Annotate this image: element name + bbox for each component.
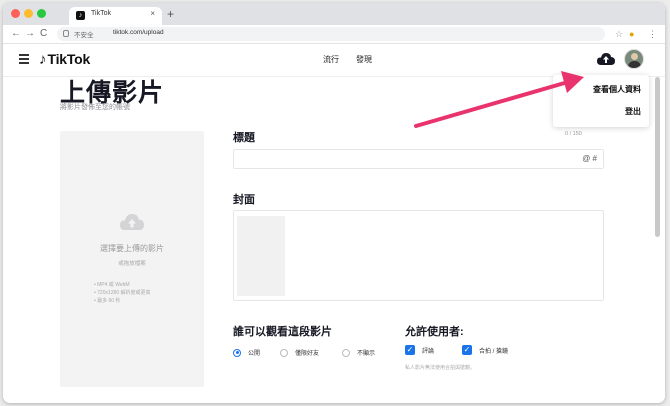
new-tab-button[interactable]: +: [167, 7, 174, 21]
radio-icon[interactable]: [280, 348, 288, 357]
browser-window: ♪ TikTok × + ← → C 不安全 tiktok.com/upload…: [3, 3, 665, 403]
radio-selected-icon[interactable]: [233, 348, 241, 357]
tiktok-note-icon: ♪: [39, 50, 47, 68]
lock-icon: [63, 30, 69, 37]
forward-arrow-icon[interactable]: →: [25, 27, 35, 41]
page-subtitle: 將影片發佈至您的帳號: [60, 104, 130, 111]
privacy-label: 誰可以觀看這段影片: [233, 326, 332, 338]
radio-label: 公開: [248, 351, 261, 357]
browser-toolbar: ← → C 不安全 tiktok.com/upload ☆ ● ⋮: [3, 25, 665, 44]
view-profile-item[interactable]: 查看個人資料: [593, 84, 641, 95]
not-secure-label: 不安全: [74, 32, 94, 39]
close-window-button[interactable]: [11, 9, 20, 18]
page-scrollbar[interactable]: [655, 77, 660, 237]
logo-text: TikTok: [47, 51, 91, 67]
back-arrow-icon[interactable]: ←: [11, 27, 21, 41]
allow-comments-checkbox[interactable]: ✓ 評論: [405, 345, 434, 355]
tiktok-logo[interactable]: ♪ TikTok: [39, 49, 90, 69]
upload-area-title: 選擇要上傳的影片: [100, 244, 164, 253]
allow-duet-stitch-checkbox[interactable]: ✓ 合拍 / 搶鏡: [462, 345, 508, 355]
url-text: tiktok.com/upload: [113, 29, 164, 36]
star-icon[interactable]: ☆: [615, 28, 623, 40]
radio-label: 不顯示: [357, 351, 376, 357]
avatar[interactable]: [624, 49, 644, 69]
radio-label: 僅限好友: [295, 351, 320, 357]
tiktok-favicon-icon: ♪: [76, 11, 85, 20]
cover-thumbnail[interactable]: [237, 216, 285, 296]
nav-discover[interactable]: 發現: [356, 54, 372, 65]
caption-label: 標題: [233, 132, 255, 144]
privacy-option-private[interactable]: 不顯示: [342, 348, 375, 357]
tab-strip: ♪ TikTok × +: [3, 3, 665, 25]
hamburger-menu-icon[interactable]: [19, 54, 29, 64]
list-item: 最多 60 秒: [94, 297, 151, 305]
radio-icon[interactable]: [342, 348, 350, 357]
tab-close-icon[interactable]: ×: [150, 9, 155, 18]
extension-icon[interactable]: ●: [629, 28, 634, 40]
maximize-window-button[interactable]: [37, 9, 46, 18]
caption-input[interactable]: @ #: [233, 149, 604, 169]
list-item: 720x1280 解析度或更高: [94, 289, 150, 297]
profile-dropdown: 查看個人資料 登出: [553, 75, 649, 127]
address-bar[interactable]: 不安全 tiktok.com/upload: [57, 27, 605, 41]
allow-users-label: 允許使用者:: [405, 326, 464, 338]
more-menu-icon[interactable]: ⋮: [648, 28, 657, 40]
nav-trending[interactable]: 流行: [323, 54, 339, 65]
cover-selector[interactable]: [233, 210, 604, 301]
checkbox-label: 合拍 / 搶鏡: [479, 348, 509, 355]
cloud-upload-icon: [120, 214, 144, 230]
checkbox-checked-icon[interactable]: ✓: [462, 345, 472, 355]
checkbox-checked-icon[interactable]: ✓: [405, 345, 415, 355]
tab-tiktok[interactable]: ♪ TikTok ×: [69, 7, 162, 25]
list-item: MP4 或 WebM: [94, 281, 151, 289]
minimize-window-button[interactable]: [24, 9, 33, 18]
upload-specs-list: MP4 或 WebM 720x1280 解析度或更高 最多 60 秒: [94, 281, 151, 305]
allow-note: 私人影片無法使用合拍與搶鏡。: [405, 365, 476, 371]
cover-label: 封面: [233, 194, 255, 206]
logout-item[interactable]: 登出: [625, 106, 641, 117]
checkbox-label: 評論: [422, 348, 435, 355]
reload-icon[interactable]: C: [40, 27, 47, 41]
upload-area-subtitle: 或拖放檔案: [118, 261, 146, 267]
cloud-upload-icon[interactable]: [597, 52, 615, 66]
privacy-option-public[interactable]: 公開: [233, 348, 260, 357]
privacy-option-friends[interactable]: 僅限好友: [280, 348, 319, 357]
tab-title: TikTok: [91, 10, 111, 17]
mention-hashtag-icons[interactable]: @ #: [582, 154, 597, 163]
caption-counter: 0 / 150: [565, 131, 582, 137]
video-upload-area[interactable]: 選擇要上傳的影片 或拖放檔案 MP4 或 WebM 720x1280 解析度或更…: [60, 131, 204, 387]
